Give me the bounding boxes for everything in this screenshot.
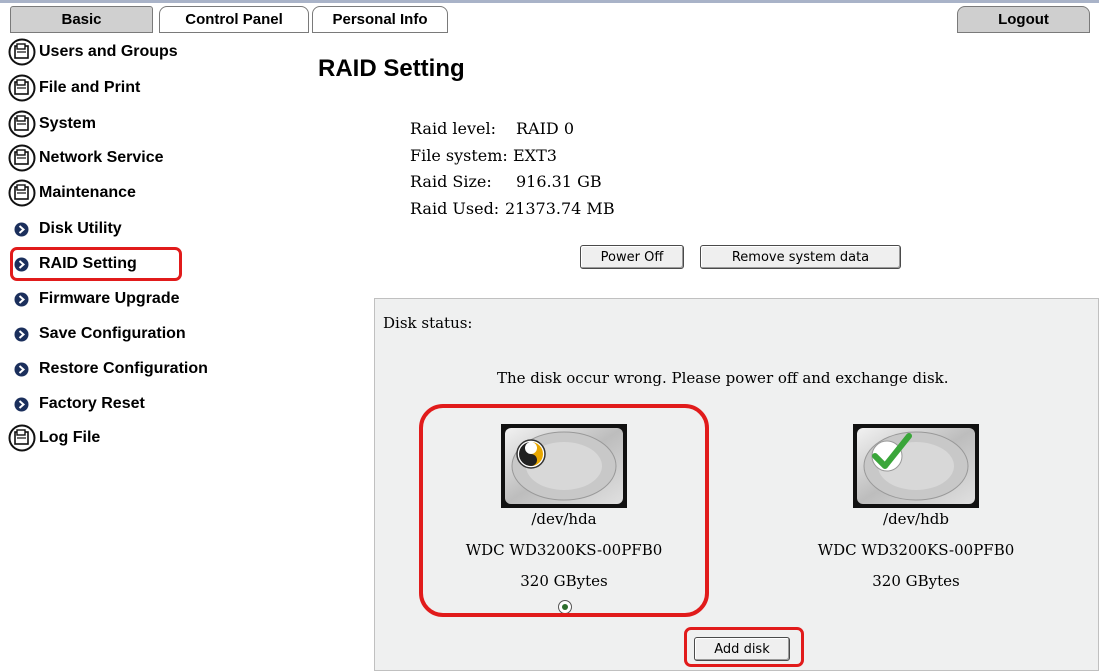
sidebar-item-disk-utility[interactable]: Disk Utility: [8, 215, 122, 243]
sidebar-item-label: Save Configuration: [39, 325, 186, 342]
logout-button[interactable]: Logout: [957, 6, 1090, 33]
sidebar-item-label: Firmware Upgrade: [39, 290, 180, 307]
sidebar-item-network-service[interactable]: Network Service: [8, 144, 164, 172]
sidebar-item-maintenance[interactable]: Maintenance: [8, 179, 136, 207]
disk-status-message: The disk occur wrong. Please power off a…: [497, 369, 949, 387]
disk-status-label: Disk status:: [383, 314, 473, 332]
raid-used-value: 21373.74 MB: [505, 198, 615, 218]
sidebar-item-system[interactable]: System: [8, 110, 96, 138]
bullet-icon: [14, 397, 29, 411]
raid-used-row: Raid Used: 21373.74 MB: [410, 196, 615, 223]
folder-icon: [8, 179, 36, 207]
highlight-box: [684, 627, 804, 667]
file-system-row: File system: EXT3: [410, 143, 615, 170]
sidebar-item-label: Maintenance: [39, 184, 136, 201]
top-border: [0, 0, 1099, 3]
raid-level-label: Raid level:: [410, 119, 496, 138]
sidebar-item-save-configuration[interactable]: Save Configuration: [8, 320, 186, 348]
sidebar-item-firmware-upgrade[interactable]: Firmware Upgrade: [8, 285, 179, 313]
raid-info: Raid level: RAID 0 File system: EXT3 Rai…: [410, 116, 615, 222]
folder-icon: [8, 144, 36, 172]
page-title: RAID Setting: [318, 55, 465, 82]
folder-icon: [8, 110, 36, 138]
sidebar-item-label: Disk Utility: [39, 220, 122, 237]
file-system-value: EXT3: [513, 145, 557, 165]
highlight-box: [419, 404, 709, 617]
sidebar-item-label: File and Print: [39, 79, 141, 96]
sidebar-item-label: System: [39, 115, 96, 132]
sidebar-item-factory-reset[interactable]: Factory Reset: [8, 390, 145, 418]
tab-personal-info[interactable]: Personal Info: [312, 6, 448, 33]
disk-device: /dev/hdb: [883, 510, 949, 528]
disk-info-hdb: /dev/hdb WDC WD3200KS-00PFB0 320 GBytes: [796, 504, 1036, 597]
sidebar-item-label: Restore Configuration: [39, 360, 208, 377]
disk-model: WDC WD3200KS-00PFB0: [817, 541, 1015, 559]
sidebar-item-users-and-groups[interactable]: Users and Groups: [8, 38, 178, 66]
raid-level-row: Raid level: RAID 0: [410, 116, 615, 143]
raid-used-label: Raid Used:: [410, 198, 500, 218]
folder-icon: [8, 424, 36, 452]
sidebar-item-file-and-print[interactable]: File and Print: [8, 74, 140, 102]
hard-disk-ok-icon: [853, 424, 979, 508]
folder-icon: [8, 74, 36, 102]
raid-size-value: 916.31 GB: [516, 172, 602, 191]
tab-basic[interactable]: Basic: [10, 6, 153, 33]
remove-system-data-button[interactable]: Remove system data: [700, 245, 901, 269]
sidebar-item-log-file[interactable]: Log File: [8, 424, 100, 452]
bullet-icon: [14, 362, 29, 376]
file-system-label: File system:: [410, 145, 508, 165]
sidebar-item-label: Log File: [39, 429, 101, 446]
sidebar-item-restore-configuration[interactable]: Restore Configuration: [8, 355, 208, 383]
disk-capacity: 320 GBytes: [872, 572, 960, 590]
bullet-icon: [14, 327, 29, 341]
power-off-button[interactable]: Power Off: [580, 245, 684, 269]
bullet-icon: [14, 222, 29, 236]
highlight-box: [10, 247, 182, 281]
folder-icon: [8, 38, 36, 66]
tab-control-panel[interactable]: Control Panel: [159, 6, 309, 33]
raid-size-label: Raid Size:: [410, 172, 492, 191]
sidebar-item-label: Network Service: [39, 149, 164, 166]
bullet-icon: [14, 292, 29, 306]
sidebar-item-label: Factory Reset: [39, 395, 145, 412]
sidebar-item-label: Users and Groups: [39, 43, 178, 60]
raid-level-value: RAID 0: [516, 119, 575, 138]
raid-size-row: Raid Size: 916.31 GB: [410, 169, 615, 196]
